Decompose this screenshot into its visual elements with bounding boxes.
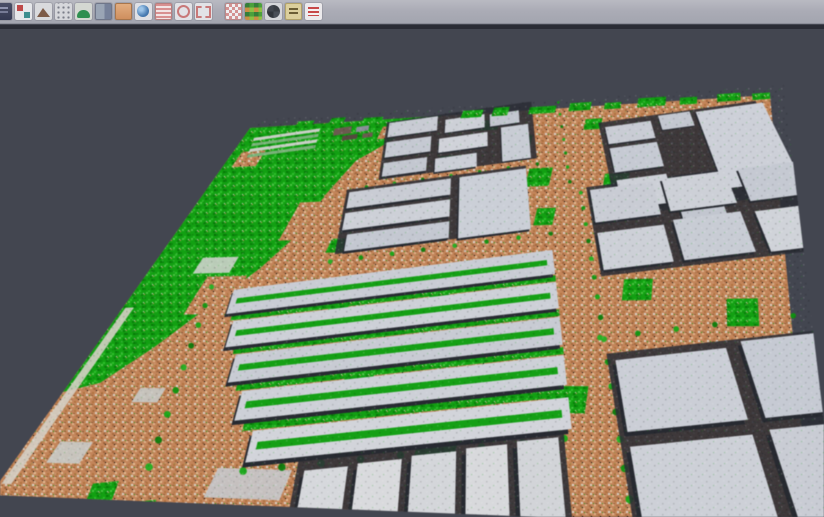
- ortho-image-icon[interactable]: [115, 3, 132, 20]
- circle-select-icon[interactable]: [175, 3, 192, 20]
- rect-select-icon[interactable]: [195, 3, 212, 20]
- surface-green-icon[interactable]: [75, 3, 92, 20]
- toolbar: [0, 0, 824, 24]
- point-cloud: [0, 29, 824, 517]
- annotation-icon[interactable]: [285, 3, 302, 20]
- panel-blue-icon[interactable]: [95, 3, 112, 20]
- import-colors-icon[interactable]: [15, 3, 32, 20]
- viewport-3d[interactable]: [0, 29, 824, 517]
- noise-overlay: [0, 29, 824, 517]
- checker-dither-icon[interactable]: [225, 3, 242, 20]
- globe-3d-icon[interactable]: [135, 3, 152, 20]
- points-icon[interactable]: [55, 3, 72, 20]
- toolbar-divider: [0, 25, 824, 29]
- flag-red-icon[interactable]: [305, 3, 322, 20]
- terrain-brown-icon[interactable]: [35, 3, 52, 20]
- file-dark-icon[interactable]: [0, 3, 12, 20]
- classification-colors-icon[interactable]: [245, 3, 262, 20]
- sphere-mesh-icon[interactable]: [265, 3, 282, 20]
- application-window: [0, 0, 824, 517]
- point-cloud-render: [0, 0, 824, 517]
- layers-red-icon[interactable]: [155, 3, 172, 20]
- toolbar-separator: [215, 3, 222, 20]
